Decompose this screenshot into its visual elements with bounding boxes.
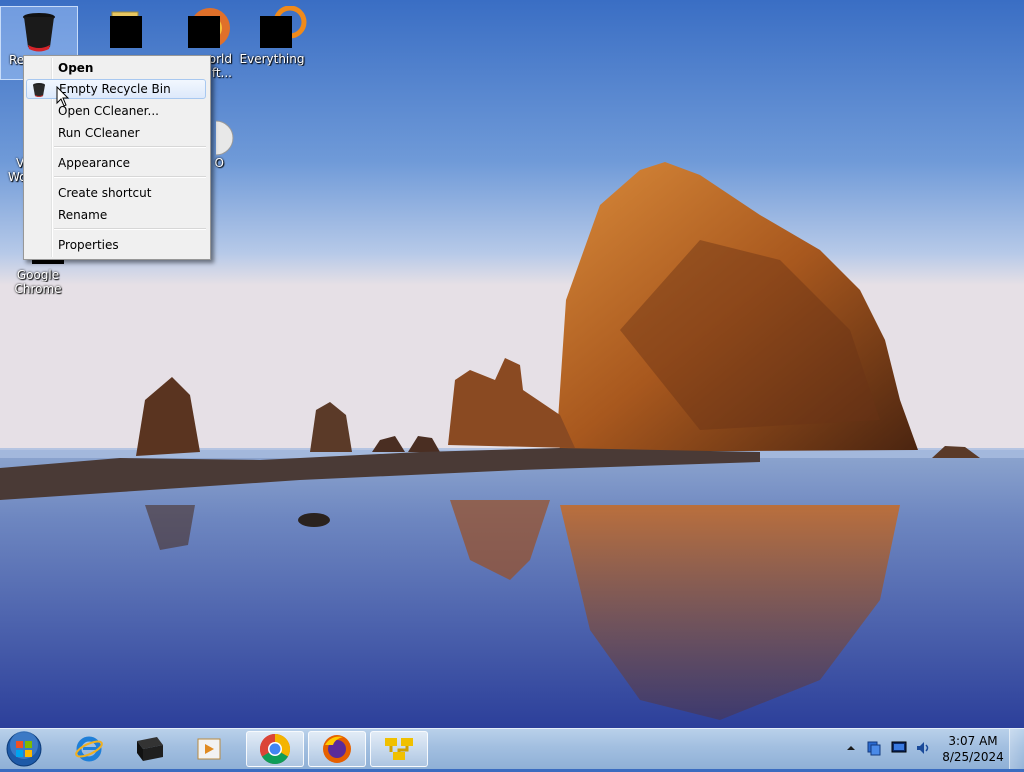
menu-item-appearance[interactable]: Appearance <box>26 153 206 173</box>
chrome-icon <box>259 734 291 765</box>
show-hidden-icons-button[interactable] <box>846 741 856 758</box>
everything-search-icon <box>252 6 307 50</box>
media-player-icon <box>197 738 221 760</box>
taskbar-internet-explorer[interactable] <box>60 731 118 767</box>
desktop-icon-label-line2: Chrome <box>14 282 62 296</box>
game-app-icon <box>180 8 230 50</box>
menu-item-run-ccleaner[interactable]: Run CCleaner <box>26 123 206 143</box>
menu-item-label: Empty Recycle Bin <box>59 82 171 96</box>
menu-item-label: Open <box>58 61 94 75</box>
taskbar-clock[interactable]: 3:07 AM 8/25/2024 <box>940 733 1006 765</box>
menu-item-open-ccleaner[interactable]: Open CCleaner... <box>26 101 206 121</box>
desktop-icon-label: Everything <box>239 52 305 66</box>
menu-item-label: Open CCleaner... <box>58 104 159 118</box>
desktop-icon-label: Google <box>16 268 60 282</box>
menu-separator <box>54 146 206 148</box>
context-menu: Open Empty Recycle Bin Open CCleaner... … <box>23 55 211 260</box>
tray-network[interactable] <box>866 740 882 759</box>
menu-item-label: Properties <box>58 238 119 252</box>
windows-orb-icon <box>6 731 42 767</box>
clock-date: 8/25/2024 <box>942 750 1004 764</box>
taskbar-ccleaner[interactable] <box>120 731 178 767</box>
taskbar-media-player[interactable] <box>180 731 238 767</box>
folder-app-icon <box>96 10 142 50</box>
menu-item-label: Appearance <box>58 156 131 170</box>
tray-volume[interactable] <box>915 740 931 759</box>
recycle-bin-icon <box>19 11 59 52</box>
clock-time: 3:07 AM <box>948 734 998 748</box>
menu-item-label: Rename <box>58 208 108 222</box>
menu-item-open[interactable]: Open <box>26 58 206 78</box>
start-button[interactable] <box>4 729 48 769</box>
ccleaner-icon <box>137 737 163 761</box>
mouse-cursor-icon <box>56 86 70 107</box>
tray-display[interactable] <box>891 741 907 758</box>
taskbar-firefox[interactable] <box>308 731 366 767</box>
taskbar-file-manager[interactable] <box>370 731 428 767</box>
menu-item-create-shortcut[interactable]: Create shortcut <box>26 183 206 203</box>
desktop-icon-everything[interactable]: Everything <box>234 6 310 78</box>
taskbar-chrome[interactable] <box>246 731 304 767</box>
volume-icon <box>917 742 929 754</box>
file-manager-icon <box>385 738 413 760</box>
show-desktop-button[interactable] <box>1009 729 1024 769</box>
ccleaner-icon <box>31 82 47 103</box>
menu-item-label: Create shortcut <box>58 186 152 200</box>
menu-item-properties[interactable]: Properties <box>26 235 206 255</box>
internet-explorer-icon <box>75 736 103 762</box>
display-icon <box>891 741 907 753</box>
show-hidden-icons-icon <box>847 746 855 750</box>
menu-separator <box>54 176 206 178</box>
menu-item-label: Run CCleaner <box>58 126 140 140</box>
taskbar: 3:07 AM 8/25/2024 <box>0 728 1024 769</box>
firefox-icon <box>323 735 351 763</box>
menu-separator <box>54 228 206 230</box>
network-icon <box>867 741 881 756</box>
menu-item-rename[interactable]: Rename <box>26 205 206 225</box>
menu-item-empty-recycle-bin[interactable]: Empty Recycle Bin <box>26 79 206 99</box>
